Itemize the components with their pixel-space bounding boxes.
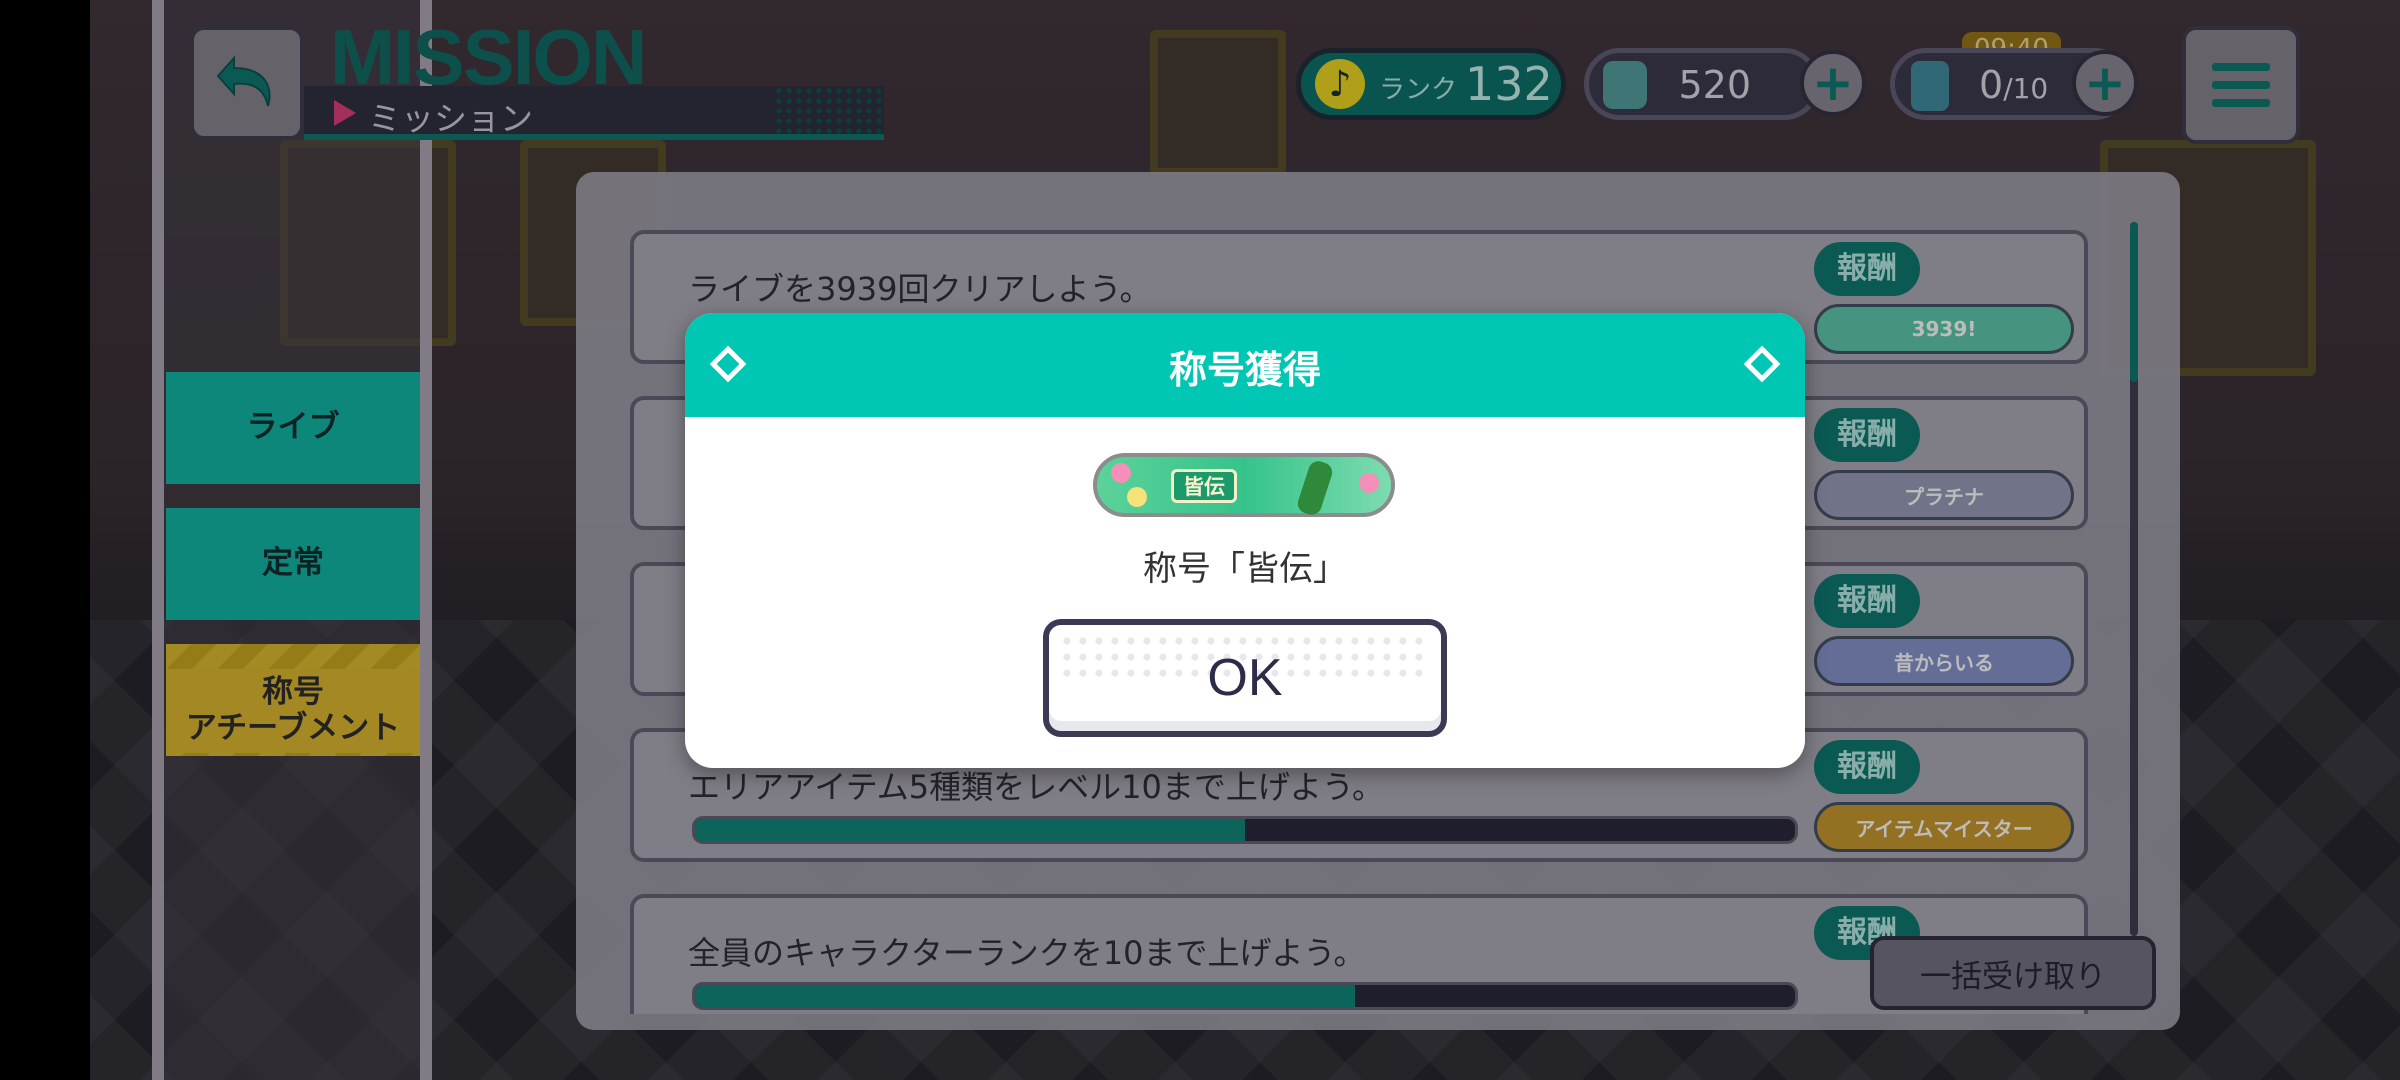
award-text: 称号「皆伝」 xyxy=(1143,549,1347,589)
flower-icon xyxy=(1127,487,1147,507)
badge-label: 皆伝 xyxy=(1171,469,1237,503)
dialog-header: 称号獲得 xyxy=(685,313,1805,417)
ok-label: OK xyxy=(1207,649,1283,707)
dialog-title: 称号獲得 xyxy=(1168,348,1321,392)
title-badge-image: 皆伝 xyxy=(1093,453,1395,518)
flower-icon xyxy=(1111,463,1131,483)
title-acquired-dialog: 称号獲得 皆伝 称号「皆伝」 OK xyxy=(685,313,1805,768)
flower-icon xyxy=(1359,473,1379,493)
ok-button[interactable]: OK xyxy=(1043,619,1447,737)
leek-icon xyxy=(1295,458,1335,518)
